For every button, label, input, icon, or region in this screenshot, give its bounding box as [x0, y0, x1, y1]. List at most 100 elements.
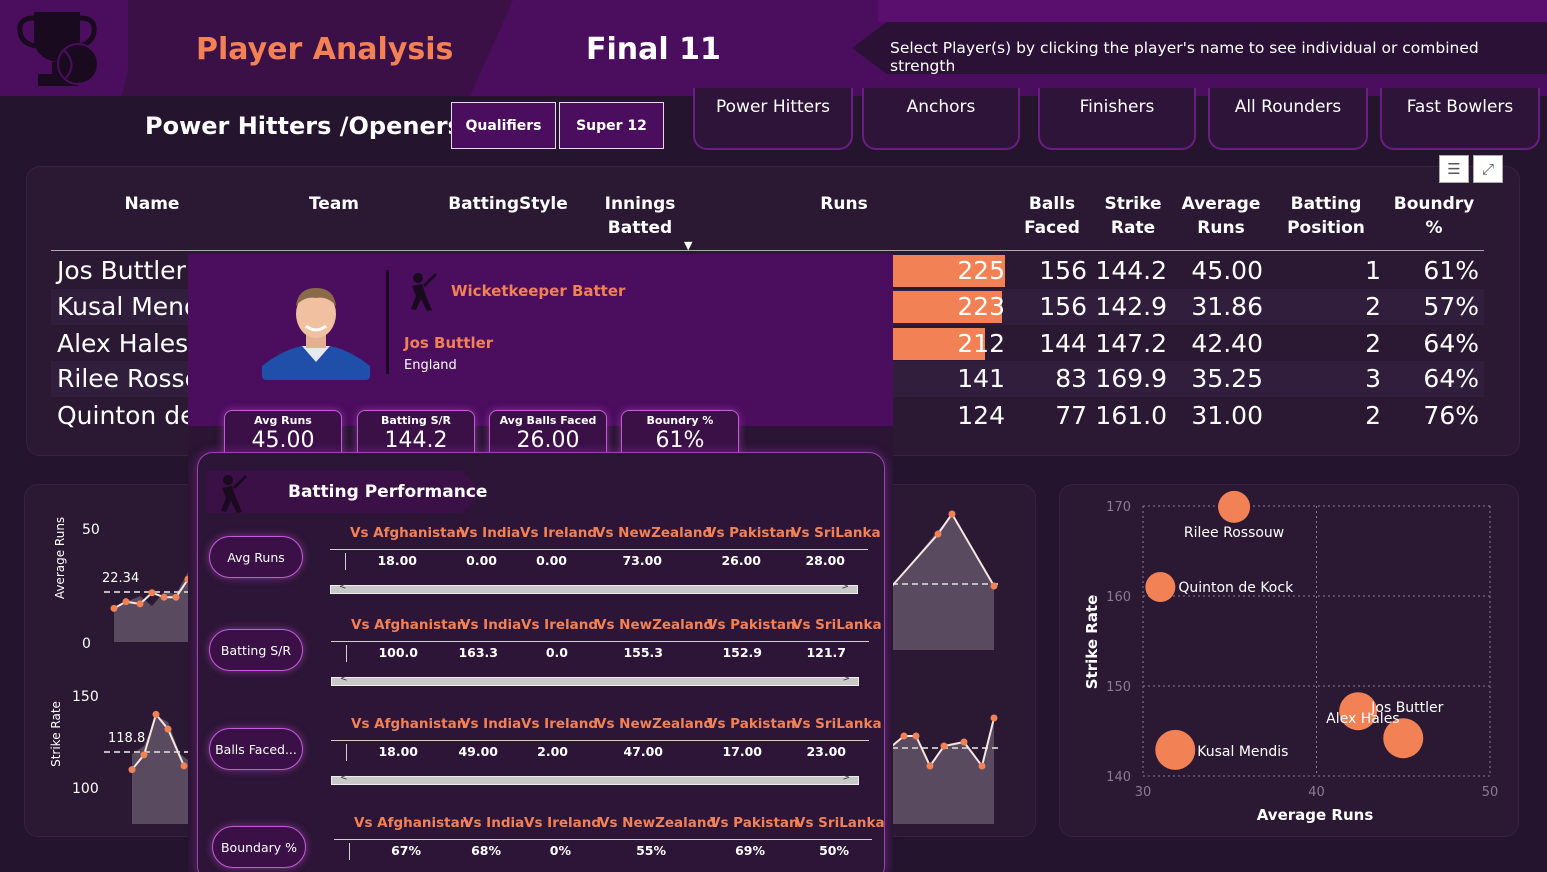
table-header-divider [51, 250, 1484, 251]
metric-value: 155.3 [623, 645, 663, 660]
scroll-left-icon[interactable]: < [340, 674, 348, 684]
qualifiers-button[interactable]: Qualifiers [451, 102, 556, 149]
scatter-point[interactable] [1145, 572, 1176, 602]
opponent-header: Vs SriLanka [792, 716, 882, 732]
filter-icon[interactable]: ☰ [1439, 155, 1469, 183]
col-boundry-pct[interactable]: Boundry% [1392, 192, 1476, 240]
strike-rate-cell: 144.2 [1095, 256, 1167, 285]
player-photo [262, 280, 370, 380]
metric-value: 0% [549, 843, 571, 858]
opponent-header: Vs SriLanka [791, 525, 881, 541]
scatter-point[interactable] [1155, 729, 1196, 770]
metric-pill[interactable]: Balls Faced... [209, 728, 303, 770]
col-batting-style[interactable]: BattingStyle [448, 192, 568, 216]
horizontal-scrollbar[interactable]: < > [330, 582, 858, 594]
opponent-header: Vs Pakistan [706, 525, 795, 541]
sr-point [940, 742, 948, 750]
line-point [148, 589, 156, 597]
scatter-x-tick: 50 [1482, 785, 1499, 800]
horizontal-scrollbar[interactable]: < > [331, 773, 859, 785]
trophy-icon [17, 12, 99, 86]
scatter-point[interactable] [1218, 490, 1251, 523]
final-11-title: Final 11 [586, 32, 721, 67]
col-balls-faced[interactable]: Balls Faced [1017, 192, 1087, 240]
tooltip-player-name: Jos Buttler [404, 334, 494, 352]
scatter-ylabel: Strike Rate [1083, 595, 1101, 690]
scroll-right-icon[interactable]: > [842, 773, 850, 783]
col-average-runs[interactable]: Average Runs [1180, 192, 1262, 240]
performance-title: Batting Performance [288, 482, 488, 502]
runs-cell: 141 [957, 364, 1005, 393]
boundry-pct-cell: 76% [1423, 401, 1479, 430]
metric-pill[interactable]: Boundary % [212, 826, 306, 868]
focus-mode-icon[interactable]: ⤢ [1473, 155, 1503, 183]
boundry-pct-cell: 64% [1423, 364, 1479, 393]
metric-value: 2.00 [537, 744, 568, 759]
tab-power-hitters[interactable]: Power Hitters [693, 88, 853, 150]
balls-faced-cell: 83 [1055, 364, 1087, 393]
opponent-header: Vs India [460, 716, 522, 732]
scatter-point-label: Alex Hales [1326, 711, 1399, 727]
opponent-header: Vs Afghanistan [350, 525, 466, 541]
sr-area-right [892, 718, 994, 824]
scatter-point-label: Kusal Mendis [1197, 744, 1288, 760]
col-team[interactable]: Team [284, 192, 384, 216]
metric-pill[interactable]: Avg Runs [209, 536, 303, 578]
info-text: Select Player(s) by clicking the player'… [890, 39, 1479, 75]
scroll-right-icon[interactable]: > [841, 582, 849, 592]
sr-y-top: 150 [72, 689, 99, 705]
col-innings[interactable]: Innings Batted [590, 192, 690, 240]
metric-value: 28.00 [805, 553, 845, 568]
horizontal-scrollbar[interactable]: < > [331, 674, 859, 686]
opponent-header: Vs India [459, 525, 521, 541]
metric-value: 0.00 [536, 553, 567, 568]
scroll-right-icon[interactable]: > [842, 674, 850, 684]
metric-value: 67% [391, 843, 421, 858]
runs-cell: 225 [957, 256, 1005, 285]
sr-ref-value: 118.8 [108, 731, 145, 746]
batter-icon [221, 474, 248, 513]
player-name-cell[interactable]: Jos Buttler [57, 253, 186, 289]
sr-point [960, 738, 968, 746]
tab-all-rounders[interactable]: All Rounders [1208, 88, 1368, 150]
header-strip [878, 0, 1547, 22]
avg-ylabel: Average Runs [53, 517, 67, 599]
scatter-x-tick: 40 [1308, 785, 1325, 800]
boundry-pct-cell: 64% [1423, 329, 1479, 358]
metric-value: 163.3 [458, 645, 498, 660]
opponent-header: Vs NewZealand [599, 815, 717, 831]
matrix-header-line [331, 740, 869, 741]
col-batting-position[interactable]: Batting Position [1282, 192, 1370, 240]
opponent-header: Vs Ireland [520, 525, 598, 541]
tab-finishers[interactable]: Finishers [1038, 88, 1196, 150]
batting-position-cell: 1 [1365, 256, 1381, 285]
metric-value: 68% [471, 843, 501, 858]
scatter-y-tick: 150 [1106, 680, 1131, 695]
line-point [122, 598, 130, 606]
tab-fast-bowlers[interactable]: Fast Bowlers [1380, 88, 1540, 150]
strike-rate-cell: 161.0 [1095, 401, 1167, 430]
matrix-header-line [334, 839, 872, 840]
line-point [164, 725, 172, 733]
balls-faced-cell: 144 [1039, 329, 1087, 358]
super-12-button[interactable]: Super 12 [559, 102, 664, 149]
opponent-header: Vs Afghanistan [351, 617, 467, 633]
opponent-header: Vs India [463, 815, 525, 831]
scroll-left-icon[interactable]: < [340, 773, 348, 783]
col-name[interactable]: Name [102, 192, 202, 216]
metric-value: 121.7 [806, 645, 846, 660]
player-name-cell[interactable]: Alex Hales [57, 326, 188, 362]
col-runs[interactable]: Runs [794, 192, 894, 216]
scroll-left-icon[interactable]: < [339, 582, 347, 592]
metric-value: 49.00 [458, 744, 498, 759]
tooltip-divider [386, 270, 389, 374]
line-point [160, 593, 168, 601]
col-strike-rate[interactable]: Strike Rate [1100, 192, 1166, 240]
sr-ylabel: Strike Rate [49, 701, 63, 767]
metric-pill[interactable]: Batting S/R [209, 629, 303, 671]
scatter-y-tick: 140 [1106, 770, 1131, 785]
opponent-header: Vs NewZealand [595, 525, 713, 541]
metric-value: 0.00 [466, 553, 497, 568]
tab-anchors[interactable]: Anchors [862, 88, 1020, 150]
line-point [152, 710, 160, 718]
